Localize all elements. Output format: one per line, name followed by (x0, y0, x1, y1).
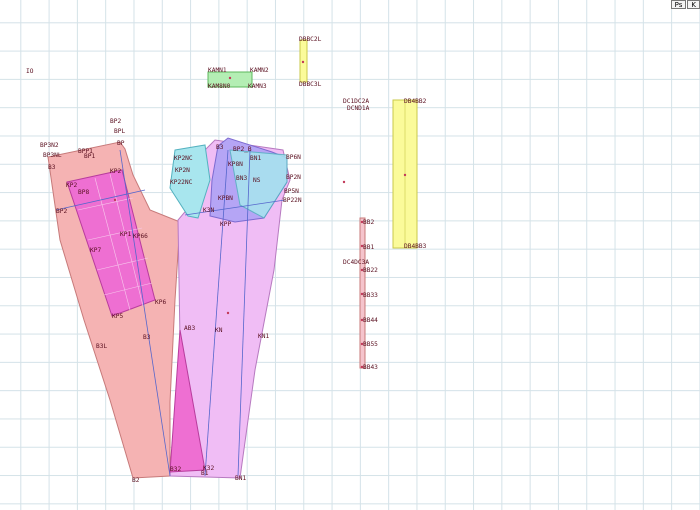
label-kpp: KPP (220, 221, 231, 228)
label-b1: B1 (201, 470, 209, 477)
label-y1a: DBBC2L (299, 36, 322, 43)
label-k1: KP1 (120, 231, 131, 238)
label-bn3: BN3 (236, 175, 247, 182)
label-p7: BB43 (363, 364, 378, 371)
label-io: IO (26, 68, 34, 75)
label-gr4: KAMN3 (248, 83, 267, 90)
label-bp5n: BP5N (284, 188, 299, 195)
label-bp6n: BP6N (286, 154, 301, 161)
label-kp8n: KP8N (228, 161, 243, 168)
label-p5: BB44 (363, 317, 378, 324)
label-kp6: KP6 (155, 299, 166, 306)
label-bp2: BP2 (110, 118, 121, 125)
label-kp2nc: KP2NC (174, 155, 193, 162)
label-p6: BB55 (363, 341, 378, 348)
label-bp: BP (117, 140, 125, 147)
label-kn1: KN1 (258, 333, 269, 340)
label-bp1: BP1 (84, 153, 95, 160)
label-y1b: DBBC3L (299, 81, 322, 88)
label-bn1b: BN1 (235, 475, 246, 482)
label-bn1: BN1 (250, 155, 261, 162)
label-b32: B32 (170, 466, 181, 473)
label-kp2: KP2 (110, 168, 121, 175)
label-k7: KP7 (90, 247, 101, 254)
label-ab3: AB3 (184, 325, 195, 332)
label-dc4: DC4DC3A (343, 259, 369, 266)
label-b2: B2 (132, 477, 140, 484)
label-p4: BB33 (363, 292, 378, 299)
label-b3l: B3L (96, 343, 107, 350)
label-kp2b: KP2 (66, 182, 77, 189)
label-ns: NS (253, 177, 261, 184)
label-gr1: KAMN1 (208, 67, 227, 74)
label-bp2n: BP2N (286, 174, 301, 181)
label-bp8: BP8 (78, 189, 89, 196)
pattern-drawing: IO BP2 BPL BP BP3N2 BP3NL BPP1 BP1 B3 KP… (26, 36, 427, 484)
label-kp22nc: KP22NC (170, 179, 193, 186)
label-kp5: KP5 (112, 313, 123, 320)
label-p2: BB1 (363, 244, 374, 251)
label-y2a: DB4BB2 (404, 98, 427, 105)
label-p3: BB22 (363, 267, 378, 274)
label-dc1: DC1DC2A (343, 98, 369, 105)
label-b3b: B3 (143, 334, 151, 341)
label-p1: BB2 (363, 219, 374, 226)
label-bp2b2: BP2_B (233, 146, 252, 153)
label-kn: KN (215, 327, 223, 334)
label-bpl: BPL (114, 128, 125, 135)
label-dc2: DCND1A (347, 105, 370, 112)
label-gr2: KAMN2 (250, 67, 269, 74)
label-bp3n2: BP3N2 (40, 142, 59, 149)
label-b3: B3 (48, 164, 56, 171)
label-y2b: DB4BB3 (404, 243, 427, 250)
label-bp3nl: BP3NL (43, 152, 62, 159)
label-bp22n: BP22N (283, 197, 302, 204)
label-kp66: KP66 (133, 233, 148, 240)
label-kp2n: KP2N (175, 167, 190, 174)
label-gr3: KAM8N0 (208, 83, 231, 90)
label-b3top: B3 (216, 144, 224, 151)
label-kpsn: KPBN (218, 195, 233, 202)
label-k3n: K3N (203, 207, 214, 214)
label-bp2b: BP2 (56, 208, 67, 215)
